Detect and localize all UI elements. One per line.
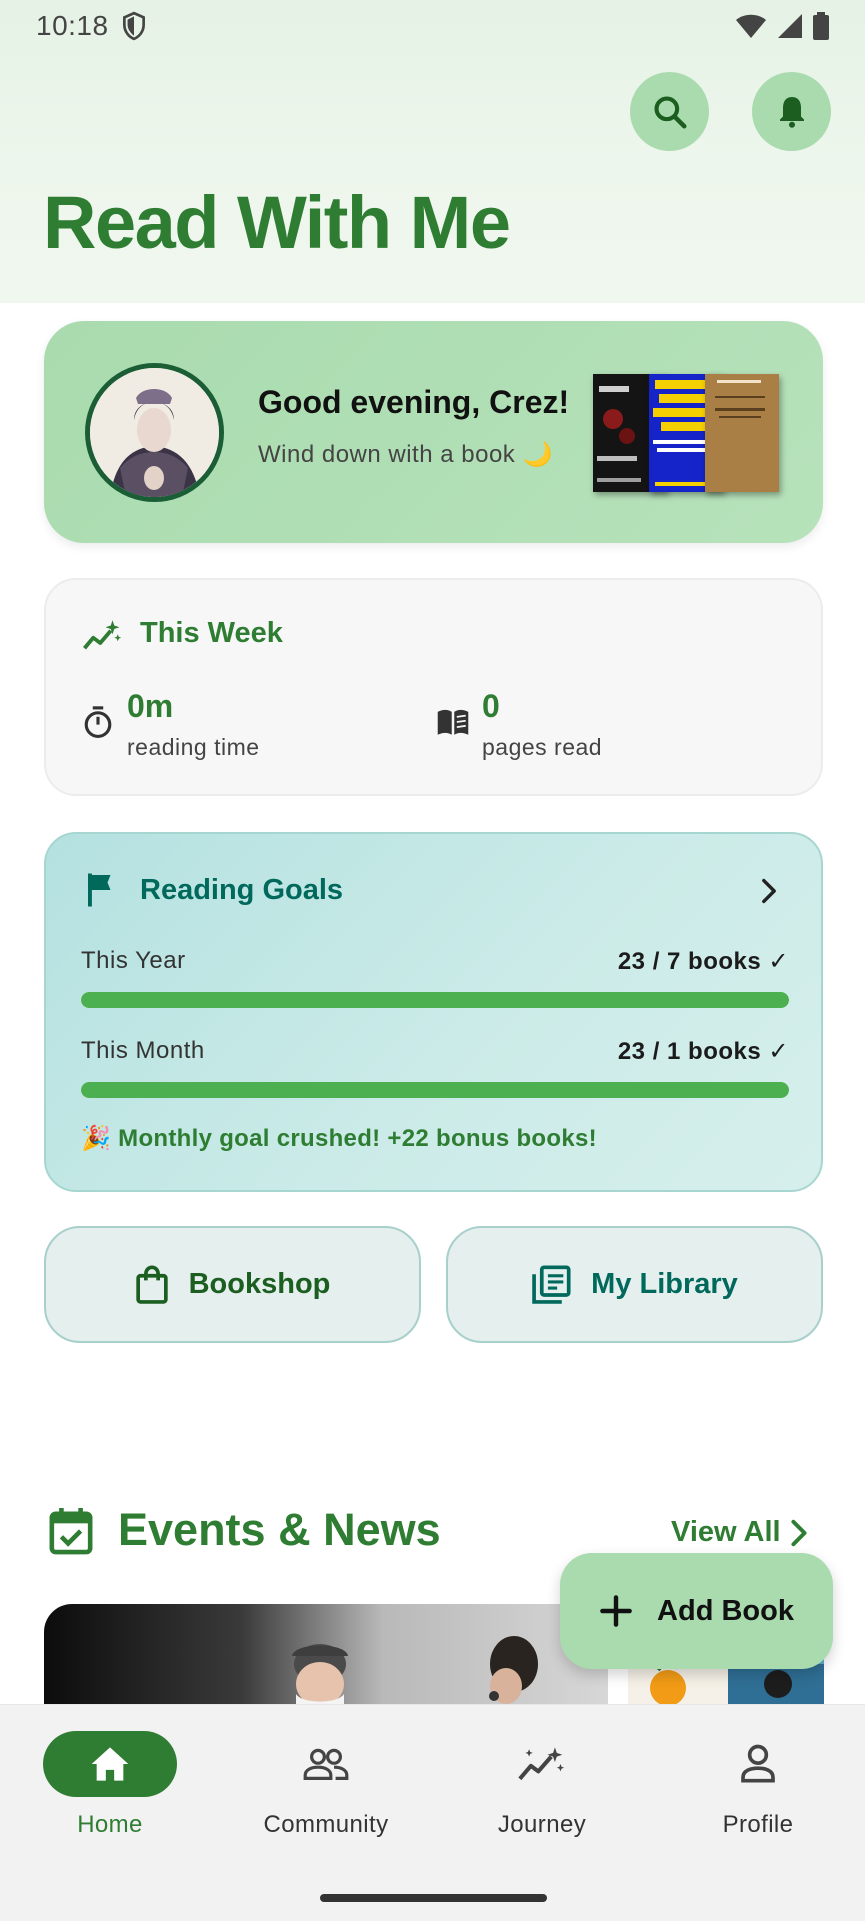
library-icon bbox=[532, 1264, 571, 1304]
nav-label-home: Home bbox=[77, 1811, 143, 1838]
reading-goals-card[interactable]: Reading Goals This Year 23 / 7 books ✓ T… bbox=[44, 832, 823, 1192]
pages-read-value: 0 bbox=[482, 688, 500, 724]
wifi-icon bbox=[736, 14, 766, 38]
nav-label-profile: Profile bbox=[722, 1811, 794, 1838]
goal-celebration-message: 🎉 Monthly goal crushed! +22 bonus books! bbox=[81, 1125, 597, 1152]
avatar[interactable] bbox=[85, 363, 224, 502]
year-goal-progress-bar bbox=[81, 992, 789, 1008]
year-goal-value: 23 / 7 books ✓ bbox=[617, 948, 789, 975]
bookshop-label: Bookshop bbox=[188, 1268, 331, 1300]
shield-icon bbox=[122, 11, 145, 41]
app-title: Read With Me bbox=[43, 181, 511, 264]
month-goal-progress-bar bbox=[81, 1082, 789, 1098]
bell-icon bbox=[779, 96, 804, 128]
greeting-title: Good evening, Crez! bbox=[258, 384, 570, 420]
my-library-label: My Library bbox=[591, 1268, 738, 1300]
timer-icon bbox=[84, 706, 112, 738]
reading-goals-title: Reading Goals bbox=[140, 874, 344, 906]
month-goal-label: This Month bbox=[81, 1037, 205, 1064]
nav-item-home[interactable]: Home bbox=[30, 1731, 190, 1839]
bottom-navigation: Home Community Journey Profile bbox=[0, 1704, 865, 1921]
notifications-button[interactable] bbox=[752, 72, 831, 151]
my-library-button[interactable]: My Library bbox=[446, 1226, 823, 1343]
reading-time-label: reading time bbox=[127, 734, 260, 760]
recent-books-stack[interactable] bbox=[593, 374, 783, 494]
avatar-illustration bbox=[90, 368, 219, 497]
month-goal-progress-fill bbox=[81, 1082, 789, 1098]
flag-icon bbox=[88, 873, 111, 907]
view-all-label: View All bbox=[671, 1516, 781, 1548]
nav-journey-icon-wrap bbox=[475, 1731, 609, 1797]
add-book-label: Add Book bbox=[657, 1594, 794, 1627]
nav-profile-icon-wrap bbox=[691, 1731, 825, 1797]
year-goal-label: This Year bbox=[81, 947, 186, 974]
book-cover-3 bbox=[705, 374, 779, 492]
battery-icon bbox=[813, 12, 829, 40]
trending-icon bbox=[83, 620, 122, 650]
calendar-check-icon bbox=[49, 1508, 93, 1555]
year-goal-progress-fill bbox=[81, 992, 789, 1008]
nav-item-profile[interactable]: Profile bbox=[678, 1731, 838, 1839]
add-book-button[interactable]: Add Book bbox=[560, 1553, 833, 1669]
home-icon bbox=[91, 1747, 129, 1781]
shopping-bag-icon bbox=[135, 1264, 168, 1304]
system-home-indicator[interactable] bbox=[320, 1894, 547, 1902]
book-open-icon bbox=[437, 709, 469, 735]
nav-item-journey[interactable]: Journey bbox=[462, 1731, 622, 1839]
bookshop-button[interactable]: Bookshop bbox=[44, 1226, 421, 1343]
event-card-image[interactable] bbox=[44, 1604, 608, 1704]
chevron-right-icon bbox=[762, 878, 776, 904]
this-week-title: This Week bbox=[140, 617, 283, 649]
this-week-card: This Week 0m reading time 0 pages read bbox=[44, 578, 823, 796]
nav-label-community: Community bbox=[263, 1811, 389, 1838]
signal-icon bbox=[778, 14, 802, 38]
pages-read-label: pages read bbox=[482, 734, 603, 760]
nav-community-icon-wrap bbox=[259, 1731, 393, 1797]
nav-label-journey: Journey bbox=[497, 1811, 587, 1838]
nav-item-community[interactable]: Community bbox=[246, 1731, 406, 1839]
community-icon bbox=[303, 1748, 349, 1780]
greeting-card: Good evening, Crez! Wind down with a boo… bbox=[44, 321, 823, 543]
journey-icon bbox=[518, 1747, 565, 1781]
search-icon bbox=[653, 95, 686, 128]
status-bar: 10:18 bbox=[0, 0, 865, 52]
reading-time-value: 0m bbox=[127, 688, 174, 724]
plus-icon bbox=[600, 1595, 632, 1627]
search-button[interactable] bbox=[630, 72, 709, 151]
profile-icon bbox=[741, 1744, 775, 1783]
chevron-right-icon bbox=[791, 1519, 807, 1546]
month-goal-value: 23 / 1 books ✓ bbox=[617, 1038, 789, 1065]
status-time: 10:18 bbox=[36, 10, 109, 41]
nav-home-indicator bbox=[43, 1731, 177, 1797]
events-news-title: Events & News bbox=[118, 1504, 441, 1555]
greeting-subtitle: Wind down with a book 🌙 bbox=[258, 441, 553, 468]
view-all-link[interactable]: View All bbox=[671, 1516, 809, 1549]
